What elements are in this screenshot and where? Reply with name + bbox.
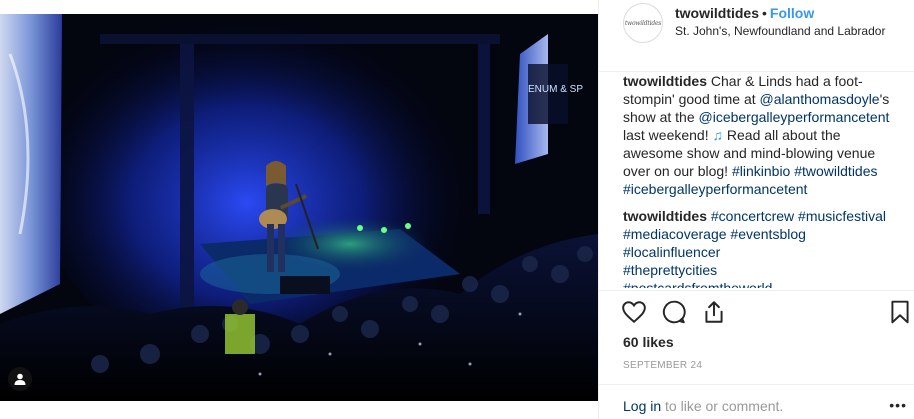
post-photo[interactable]: ENUM & SP (0, 14, 598, 401)
music-notes-icon: ♫ (712, 127, 724, 143)
post-username[interactable]: twowildtides (675, 5, 759, 21)
hashtag-link[interactable]: #musicfestival (798, 208, 886, 224)
screen-text: ENUM & SP (528, 84, 583, 95)
mention-link[interactable]: @alanthomasdoyle (760, 91, 880, 107)
heart-icon[interactable] (621, 299, 647, 325)
share-icon[interactable] (701, 299, 727, 325)
likes-count[interactable]: 60 likes (623, 334, 674, 350)
hashtag-link[interactable]: #linkinbio (732, 163, 790, 179)
hashtag-link[interactable]: #mediacoverage (623, 226, 727, 242)
comment-icon[interactable] (661, 299, 687, 325)
concert-image: ENUM & SP (0, 14, 598, 401)
tag-people-button[interactable] (8, 367, 32, 391)
post-sidebar: twowildtides twowildtides • Follow St. Joh… (598, 0, 914, 419)
user-icon (14, 373, 26, 385)
location-link[interactable]: St. John's, Newfoundland and Labrador (675, 24, 885, 38)
login-prompt-text: to like or comment. (661, 398, 784, 414)
mention-link[interactable]: @icebergalleyperformancetent (699, 109, 890, 125)
login-link[interactable]: Log in (623, 398, 661, 414)
follow-button[interactable]: Follow (770, 5, 814, 21)
hashtag-link[interactable]: #localinfluencer (623, 244, 720, 260)
hashtag-link[interactable]: #concertcrew (711, 208, 794, 224)
hashtag-link[interactable]: #theprettycities (623, 262, 717, 278)
comment-username[interactable]: twowildtides (623, 208, 707, 224)
caption-text-3: last weekend! (623, 127, 713, 143)
login-footer: Log in to like or comment. ••• (599, 384, 914, 419)
separator-dot: • (762, 5, 767, 21)
login-prompt: Log in to like or comment. (623, 398, 783, 414)
post-date: SEPTEMBER 24 (623, 360, 703, 371)
avatar-logo-text: twowildtides (624, 19, 662, 27)
post-header: twowildtides twowildtides • Follow St. Joh… (599, 0, 914, 72)
caption-username[interactable]: twowildtides (623, 73, 707, 89)
avatar[interactable]: twowildtides (623, 3, 663, 43)
more-options-icon[interactable]: ••• (889, 397, 907, 413)
hashtag-comment: twowildtides #concertcrew #musicfestival… (623, 207, 895, 288)
bookmark-icon[interactable] (887, 299, 913, 325)
handle-row: twowildtides • Follow (675, 5, 814, 21)
hashtag-link[interactable]: #postcardsfromtheworld (623, 280, 772, 288)
caption-comment: twowildtides Char & Linds had a foot-sto… (623, 72, 895, 198)
comments-list[interactable]: twowildtides Char & Linds had a foot-sto… (623, 72, 895, 288)
action-bar (599, 290, 914, 332)
hashtag-link[interactable]: #eventsblog (730, 226, 806, 242)
hashtag-link[interactable]: #icebergalleyperformancetent (623, 181, 807, 197)
hashtag-link[interactable]: #twowildtides (794, 163, 877, 179)
